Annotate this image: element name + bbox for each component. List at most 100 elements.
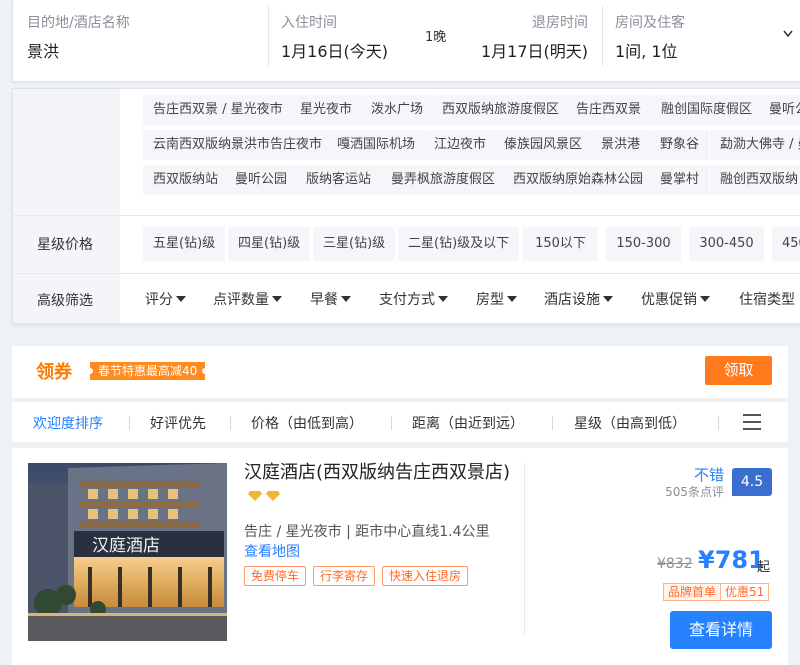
sort-rating[interactable]: 好评优先 xyxy=(150,413,206,433)
divider xyxy=(718,416,719,430)
hotel-name-text[interactable]: 汉庭酒店(西双版纳告庄西双景店) xyxy=(244,462,510,483)
star-option[interactable]: 四星(钻)级 xyxy=(228,227,311,261)
location-chip[interactable]: 告庄西双景 / 星光夜市 xyxy=(143,95,293,125)
location-chip[interactable]: 西双版纳旅游度假区 xyxy=(432,95,570,125)
location-chip[interactable]: 融创国际度假区 xyxy=(651,95,763,125)
location-chip[interactable]: 景洪港 xyxy=(591,130,651,160)
dropdown-label: 点评数量 xyxy=(213,292,269,308)
hotel-sign: 汉庭酒店 xyxy=(92,536,160,556)
rating-word: 不错 xyxy=(693,466,724,484)
diamond-icon xyxy=(266,491,280,501)
coupon-bar: 领券 春节特惠最高减40 领取 xyxy=(12,346,788,398)
amenity-tag: 快速入住退房 xyxy=(382,566,469,586)
sort-star[interactable]: 星级（由高到低） xyxy=(574,413,686,433)
location-chip[interactable]: 星光夜市 xyxy=(290,95,363,125)
dropdown-label: 评分 xyxy=(145,292,173,308)
current-price: ¥781 xyxy=(698,546,765,574)
location-chip[interactable]: 云南西双版纳景洪市告庄夜市 xyxy=(143,130,333,160)
view-map-link[interactable]: 查看地图 xyxy=(244,541,300,561)
sort-distance[interactable]: 距离（由近到远） xyxy=(412,413,524,433)
filter-dropdown-room-type[interactable]: 房型 xyxy=(476,289,517,309)
star-option[interactable]: 五星(钻)级 xyxy=(143,227,226,261)
promo-discount: 优惠51 xyxy=(725,585,765,599)
dropdown-label: 酒店设施 xyxy=(544,292,600,308)
filter-dropdown-payment[interactable]: 支付方式 xyxy=(379,289,448,309)
divider xyxy=(13,273,800,274)
caret-down-icon xyxy=(341,296,351,302)
price-option[interactable]: 150-300 xyxy=(606,227,681,261)
price-suffix: 起 xyxy=(757,560,771,575)
hotel-card[interactable]: 汉庭酒店 汉庭酒店(西双版纳告庄西双景店) 告庄 / 星光夜市 | 距市中心直线… xyxy=(12,448,788,665)
location-chip[interactable]: 江边夜市 xyxy=(424,130,497,160)
hotel-location: 告庄 / 星光夜市 | 距市中心直线1.4公里 xyxy=(244,524,490,540)
price-option[interactable]: 150以下 xyxy=(523,227,598,261)
filter-dropdown-facilities[interactable]: 酒店设施 xyxy=(544,289,613,309)
location-chip[interactable]: 告庄西双景 xyxy=(566,95,652,125)
divider xyxy=(391,416,392,430)
location-chip[interactable]: 西双版纳原始森林公园 xyxy=(503,165,654,195)
menu-icon[interactable] xyxy=(743,414,761,430)
location-chip[interactable]: 曼掌村 xyxy=(650,165,710,195)
original-price: ¥832 xyxy=(657,556,693,572)
divider xyxy=(524,463,525,635)
location-chip[interactable]: 野象谷 xyxy=(650,130,710,160)
checkout-value[interactable]: 1月17日(明天) xyxy=(481,38,588,62)
promo-label: 品牌首单 xyxy=(664,584,722,600)
dropdown-label: 优惠促销 xyxy=(641,292,697,308)
advanced-filter-label: 高级筛选 xyxy=(37,293,93,309)
filter-dropdown-reviews[interactable]: 点评数量 xyxy=(213,289,282,309)
dropdown-label: 早餐 xyxy=(310,292,338,308)
review-count[interactable]: 505条点评 xyxy=(665,483,724,500)
hotel-photo[interactable]: 汉庭酒店 xyxy=(28,463,227,641)
filter-dropdown-rating[interactable]: 评分 xyxy=(145,289,186,309)
checkout-field[interactable]: 退房时间 1月17日(明天) xyxy=(468,0,602,70)
filter-dropdown-breakfast[interactable]: 早餐 xyxy=(310,289,351,309)
divider xyxy=(552,416,553,430)
divider xyxy=(129,416,130,430)
star-option[interactable]: 二星(钻)级及以下 xyxy=(398,227,520,261)
location-chip[interactable]: 傣族园风景区 xyxy=(494,130,593,160)
location-chip[interactable]: 融创西双版纳 xyxy=(710,165,800,195)
view-details-button[interactable]: 查看详情 xyxy=(670,611,772,649)
location-chip[interactable]: 曼听公园 xyxy=(225,165,298,195)
caret-down-icon xyxy=(507,296,517,302)
guests-label: 房间及住客 xyxy=(615,15,685,31)
caret-down-icon xyxy=(603,296,613,302)
guests-value[interactable]: 1间, 1位 xyxy=(615,38,678,62)
location-chip[interactable]: 曼听公 xyxy=(759,95,800,125)
diamond-icon xyxy=(248,491,262,501)
location-chip[interactable]: 曼弄枫旅游度假区 xyxy=(381,165,506,195)
price-option[interactable]: 300-450 xyxy=(689,227,764,261)
location-chip[interactable]: 嘎洒国际机场 xyxy=(327,130,426,160)
sort-bar: 欢迎度排序 好评优先 价格（由低到高） 距离（由近到远） 星级（由高到低） xyxy=(12,402,788,442)
star-option[interactable]: 三星(钻)级 xyxy=(313,227,396,261)
destination-field[interactable]: 目的地/酒店名称 景洪 xyxy=(13,0,268,70)
destination-label: 目的地/酒店名称 xyxy=(27,15,130,31)
destination-value[interactable]: 景洪 xyxy=(27,38,59,62)
location-chip[interactable]: 泼水广场 xyxy=(361,95,434,125)
sort-price[interactable]: 价格（由低到高） xyxy=(251,413,363,433)
checkin-value[interactable]: 1月16日(今天) xyxy=(281,38,388,62)
coupon-tag: 春节特惠最高减40 xyxy=(86,362,209,380)
location-chip[interactable]: 西双版纳站 xyxy=(143,165,229,195)
filter-dropdown-lodging-type[interactable]: 住宿类型 xyxy=(739,289,795,309)
sort-popularity[interactable]: 欢迎度排序 xyxy=(33,413,103,433)
guests-field[interactable]: 房间及住客 1间, 1位 xyxy=(603,0,800,70)
claim-coupon-button[interactable]: 领取 xyxy=(705,356,772,385)
dropdown-label: 支付方式 xyxy=(379,292,435,308)
caret-down-icon xyxy=(176,296,186,302)
price-option[interactable]: 450 xyxy=(772,227,800,261)
caret-down-icon xyxy=(438,296,448,302)
caret-down-icon xyxy=(700,296,710,302)
dropdown-label: 住宿类型 xyxy=(739,292,795,308)
location-chip[interactable]: 勐泐大佛寺 / 曼 xyxy=(710,130,800,160)
divider xyxy=(230,416,231,430)
filter-label-column xyxy=(13,89,120,323)
filter-dropdown-promotion[interactable]: 优惠促销 xyxy=(641,289,710,309)
chevron-down-icon[interactable] xyxy=(783,30,793,38)
amenity-tag: 免费停车 xyxy=(244,566,307,586)
checkin-field[interactable]: 入住时间 1月16日(今天) xyxy=(269,0,419,70)
hotel-name[interactable]: 汉庭酒店(西双版纳告庄西双景店) xyxy=(244,460,514,512)
nights-count: 1晚 xyxy=(425,30,447,45)
location-chip[interactable]: 版纳客运站 xyxy=(296,165,382,195)
